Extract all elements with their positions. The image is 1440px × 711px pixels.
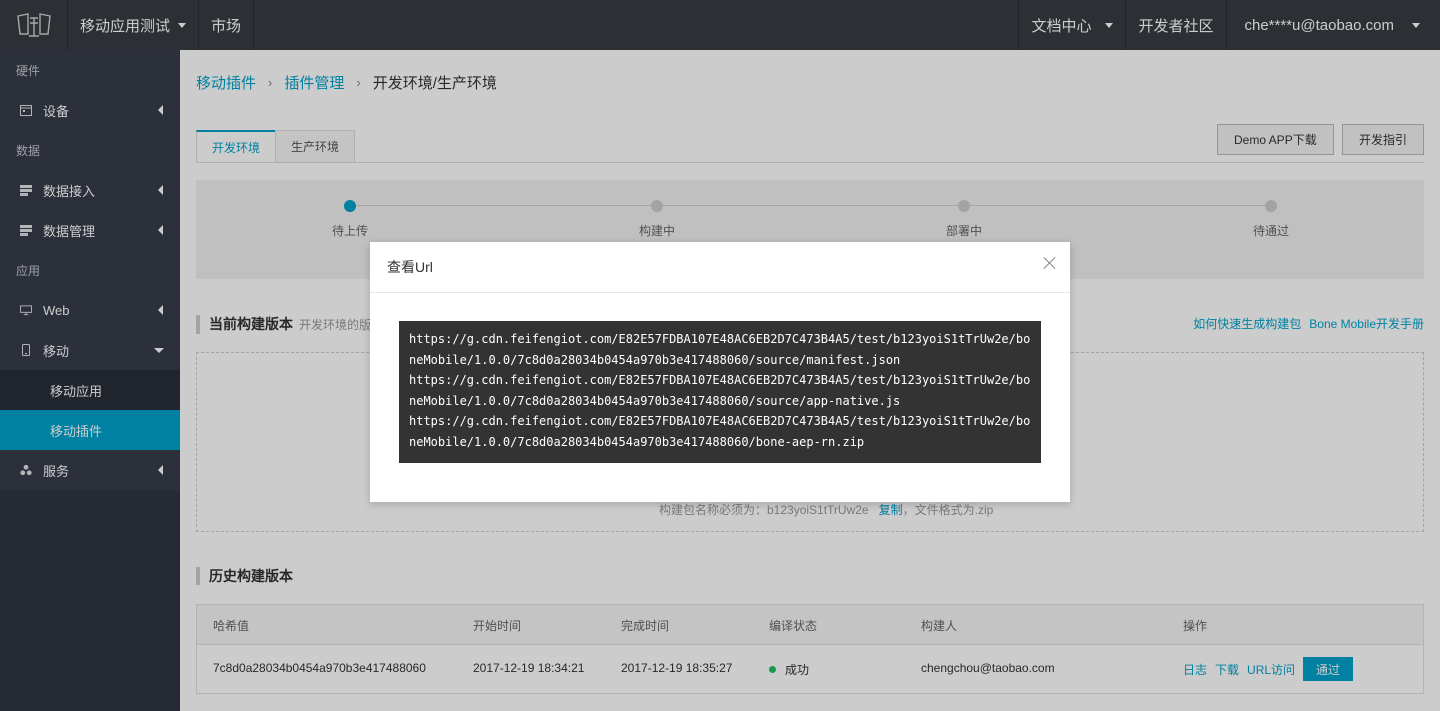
close-icon[interactable] [1043,256,1057,270]
modal-title: 查看Url [387,259,433,275]
url-line: https://g.cdn.feifengiot.com/E82E57FDBA1… [409,373,1031,408]
url-code-block: https://g.cdn.feifengiot.com/E82E57FDBA1… [399,321,1041,463]
modal-header: 查看Url [370,242,1070,293]
url-line: https://g.cdn.feifengiot.com/E82E57FDBA1… [409,332,1031,367]
view-url-modal: 查看Url https://g.cdn.feifengiot.com/E82E5… [370,242,1070,502]
url-line: https://g.cdn.feifengiot.com/E82E57FDBA1… [409,414,1031,449]
